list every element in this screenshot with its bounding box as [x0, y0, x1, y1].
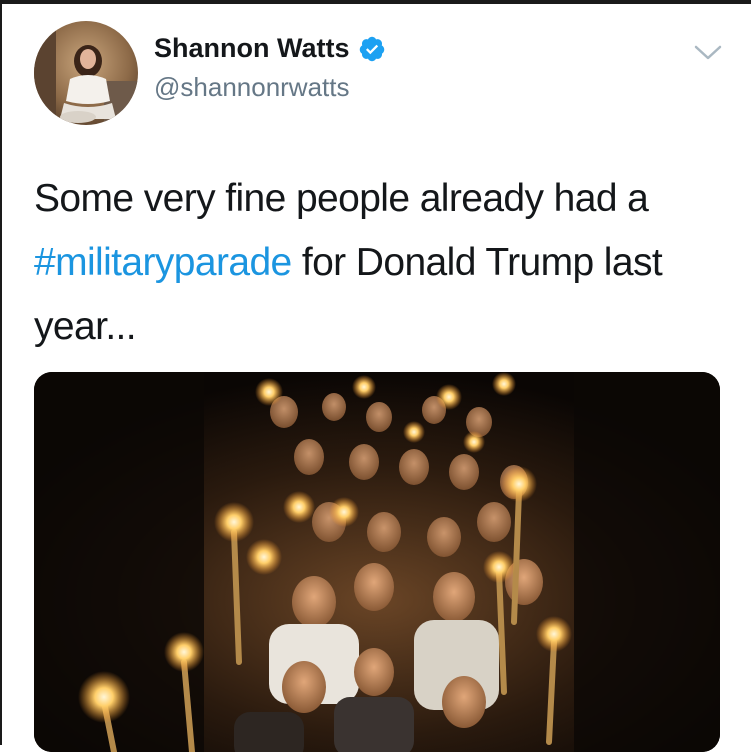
- chevron-down-icon[interactable]: [693, 44, 723, 62]
- user-handle[interactable]: @shannonrwatts: [154, 72, 350, 103]
- avatar[interactable]: [34, 21, 138, 125]
- tweet-card: Shannon Watts @shannonrwatts Some very f…: [0, 0, 751, 752]
- name-row: Shannon Watts: [154, 33, 386, 64]
- tweet-media-photo[interactable]: [34, 372, 720, 752]
- display-name[interactable]: Shannon Watts: [154, 33, 350, 64]
- hashtag-link[interactable]: #militaryparade: [34, 241, 292, 284]
- verified-badge-icon: [358, 35, 386, 63]
- tweet-text: Some very fine people already had a #mil…: [34, 167, 734, 359]
- tweet-text-part1: Some very fine people already had a: [34, 177, 649, 220]
